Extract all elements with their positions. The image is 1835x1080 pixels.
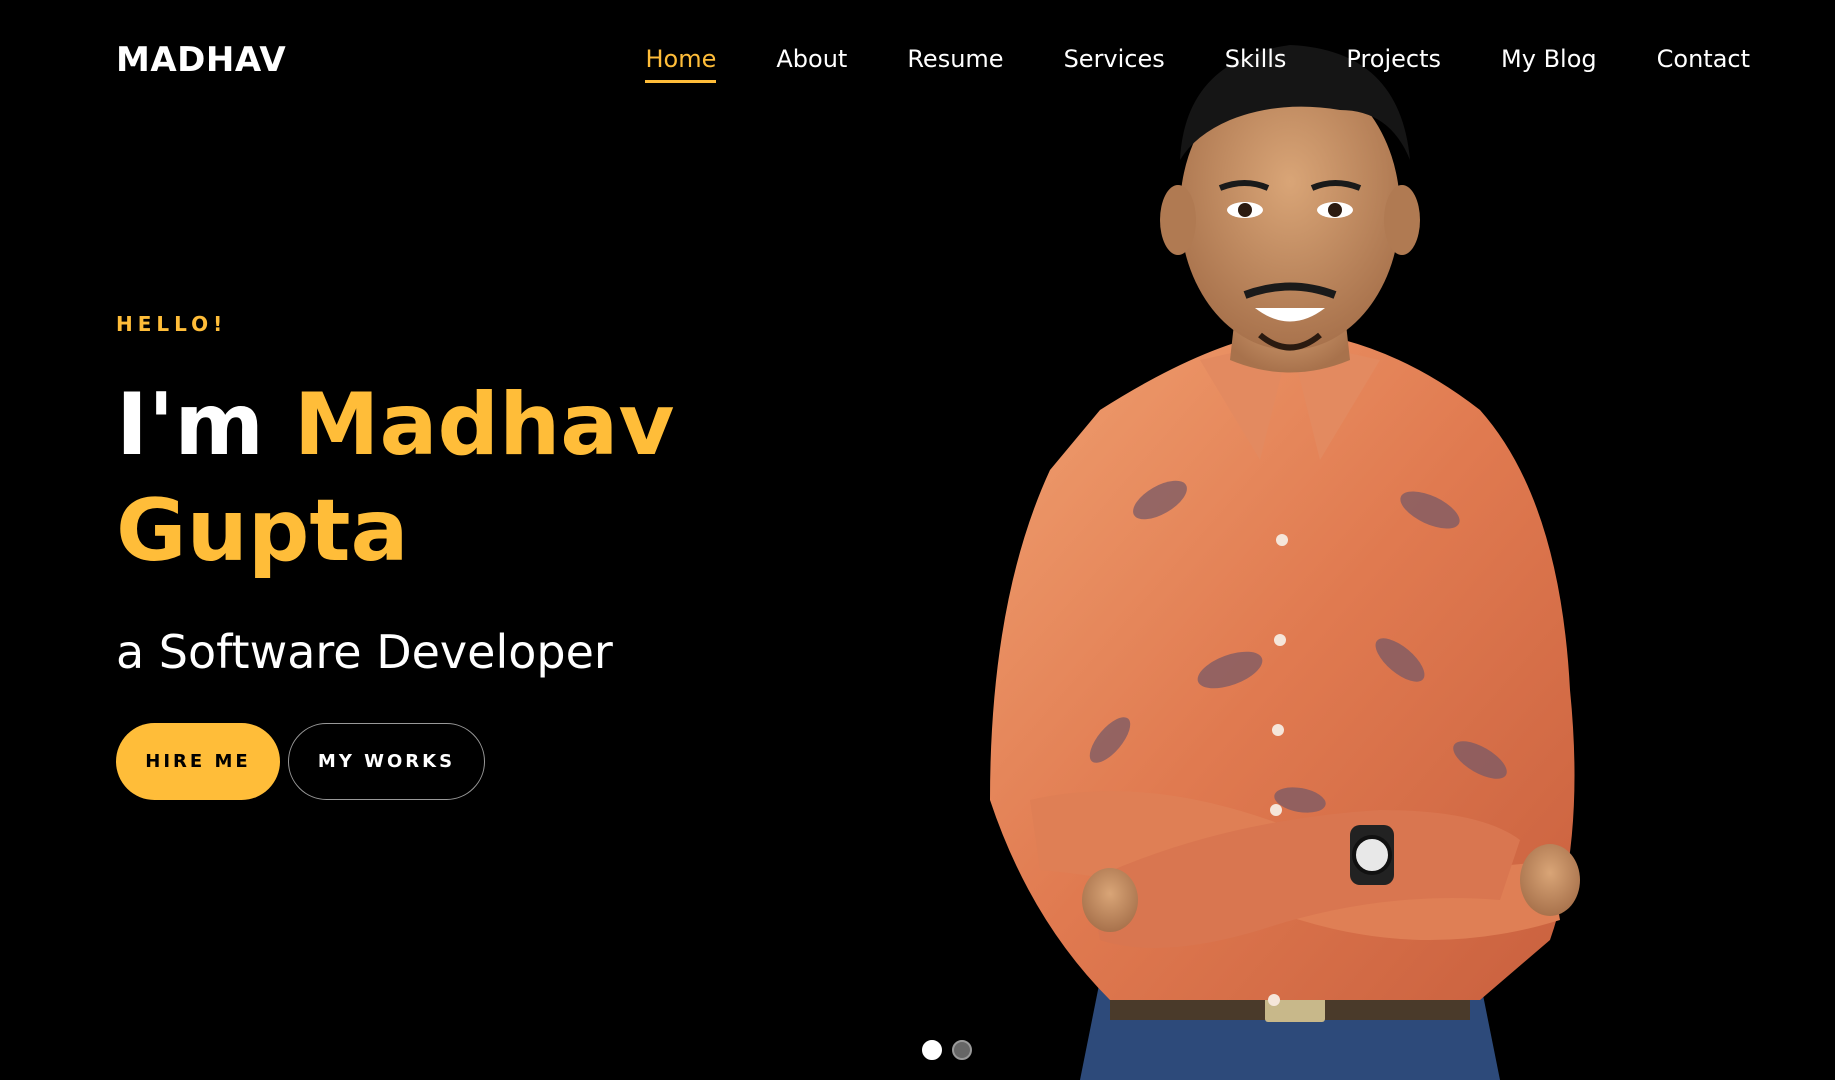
- profile-portrait: [990, 45, 1580, 1080]
- main-nav: Home About Resume Services Skills Projec…: [585, 44, 1750, 83]
- hero-subtitle: a Software Developer: [116, 625, 613, 679]
- hero-greeting: HELLO!: [116, 312, 228, 336]
- nav-item-skills[interactable]: Skills: [1225, 44, 1287, 74]
- nav-item-contact[interactable]: Contact: [1657, 44, 1750, 74]
- nav-item-resume[interactable]: Resume: [907, 44, 1003, 74]
- headline-name-last: Gupta: [116, 481, 409, 581]
- nav-item-projects[interactable]: Projects: [1346, 44, 1441, 74]
- slider-dot-1[interactable]: [922, 1040, 942, 1060]
- nav-item-home[interactable]: Home: [645, 44, 716, 83]
- hero-page: MADHAV Home About Resume Services Skills…: [0, 0, 1835, 1080]
- hero-headline: I'm Madhav Gupta: [116, 372, 816, 584]
- site-logo[interactable]: MADHAV: [116, 40, 286, 80]
- nav-item-about[interactable]: About: [776, 44, 847, 74]
- my-works-button[interactable]: MY WORKS: [288, 723, 485, 800]
- nav-item-my-blog[interactable]: My Blog: [1501, 44, 1597, 74]
- slider-dot-2[interactable]: [952, 1040, 972, 1060]
- headline-name-first: Madhav: [293, 375, 675, 475]
- slider-dots: [922, 1040, 972, 1060]
- headline-prefix: I'm: [116, 375, 264, 475]
- hire-me-button[interactable]: HIRE ME: [116, 723, 280, 800]
- nav-item-services[interactable]: Services: [1064, 44, 1165, 74]
